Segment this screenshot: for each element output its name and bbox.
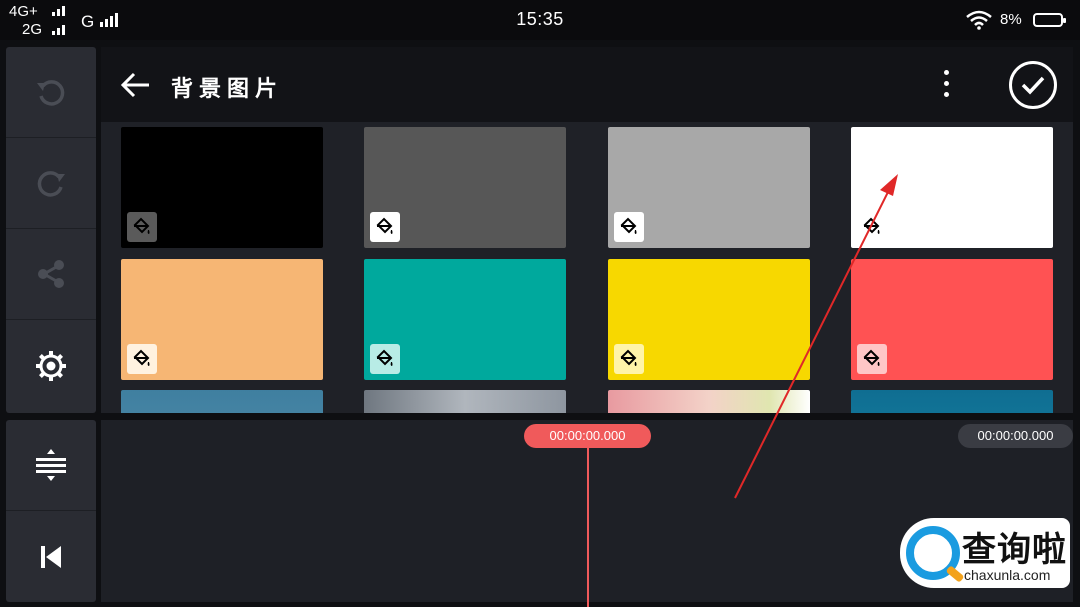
watermark-text-en: chaxunla.com xyxy=(964,567,1051,583)
magnifier-logo-icon xyxy=(906,526,960,580)
watermark-logo: 查询啦 chaxunla.com xyxy=(900,518,1070,588)
annotation-arrow xyxy=(734,174,898,499)
watermark-text-cn: 查询啦 xyxy=(962,530,1067,570)
